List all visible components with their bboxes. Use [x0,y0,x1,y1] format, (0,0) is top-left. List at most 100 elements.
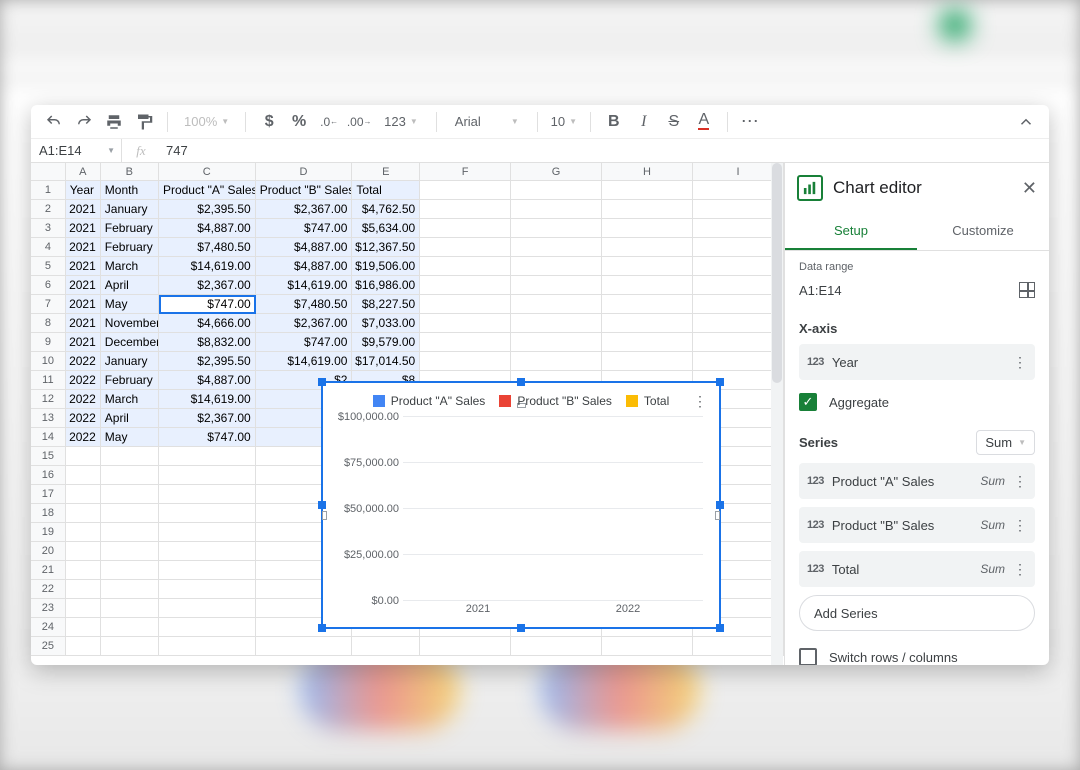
series-chip[interactable]: 123Product "B" SalesSum⋮ [799,507,1035,543]
row-header[interactable]: 24 [31,618,66,637]
spreadsheet-grid[interactable]: ABCDEFGHI 1YearMonthProduct "A" SalesPro… [31,163,784,665]
cell[interactable]: March [101,390,159,409]
cell[interactable] [101,618,159,637]
cell[interactable] [420,352,511,371]
cell[interactable]: $14,619.00 [256,276,353,295]
cell[interactable] [511,181,602,200]
cell[interactable] [511,276,602,295]
cell[interactable] [420,276,511,295]
cell[interactable] [159,447,256,466]
cell[interactable] [511,314,602,333]
vertical-scrollbar[interactable] [771,163,783,665]
tab-customize[interactable]: Customize [917,213,1049,250]
cell[interactable] [66,523,101,542]
column-header[interactable]: D [256,163,353,180]
row-header[interactable]: 23 [31,599,66,618]
cell[interactable]: $14,619.00 [159,257,256,276]
cell[interactable] [602,314,693,333]
cell[interactable]: Year [66,181,101,200]
cell[interactable] [66,580,101,599]
cell[interactable]: Total [352,181,420,200]
cell[interactable]: February [101,238,159,257]
aggregate-checkbox[interactable]: ✓ [799,393,817,411]
cell[interactable] [511,637,602,656]
cell[interactable]: $4,666.00 [159,314,256,333]
xaxis-chip[interactable]: 123 Year ⋮ [799,344,1035,380]
cell[interactable] [66,618,101,637]
cell[interactable]: $4,887.00 [159,371,256,390]
cell[interactable] [602,219,693,238]
column-header[interactable]: G [511,163,602,180]
cell[interactable] [511,200,602,219]
cell[interactable]: 2022 [66,409,101,428]
cell[interactable]: $2,367.00 [159,276,256,295]
switch-rows-cols-checkbox[interactable] [799,648,817,665]
cell[interactable]: 2022 [66,428,101,447]
cell[interactable] [159,561,256,580]
row-header[interactable]: 5 [31,257,66,276]
row-header[interactable]: 19 [31,523,66,542]
column-header[interactable]: A [66,163,101,180]
cell[interactable]: $17,014.50 [352,352,420,371]
cell[interactable]: Product "A" Sales [159,181,256,200]
cell[interactable] [159,466,256,485]
row-header[interactable]: 2 [31,200,66,219]
cell[interactable]: 2022 [66,390,101,409]
cell[interactable] [420,257,511,276]
cell[interactable] [159,599,256,618]
tab-setup[interactable]: Setup [785,213,917,250]
cell[interactable]: $4,762.50 [352,200,420,219]
kebab-icon[interactable]: ⋮ [1013,561,1027,578]
undo-button[interactable] [41,109,67,135]
cell[interactable]: $14,619.00 [159,390,256,409]
resize-handle[interactable] [716,624,724,632]
cell[interactable] [511,295,602,314]
italic-button[interactable]: I [631,109,657,135]
cell[interactable] [159,580,256,599]
cell[interactable]: December [101,333,159,352]
cell[interactable] [511,352,602,371]
cell[interactable] [66,542,101,561]
cell[interactable] [420,238,511,257]
cell[interactable] [511,257,602,276]
cell[interactable] [101,561,159,580]
crop-handle[interactable] [715,511,720,520]
collapse-toolbar-button[interactable] [1013,109,1039,135]
cell[interactable]: $2,395.50 [159,200,256,219]
row-header[interactable]: 20 [31,542,66,561]
resize-handle[interactable] [318,501,326,509]
cell[interactable] [66,599,101,618]
name-box[interactable]: A1:E14 ▼ [31,139,121,162]
format-percent-button[interactable]: % [286,109,312,135]
row-header[interactable]: 8 [31,314,66,333]
cell[interactable]: 2021 [66,257,101,276]
series-chip[interactable]: 123TotalSum⋮ [799,551,1035,587]
column-header[interactable]: C [159,163,256,180]
cell[interactable] [159,485,256,504]
add-series-button[interactable]: Add Series [799,595,1035,631]
cell[interactable]: $2,367.00 [256,314,353,333]
cell[interactable] [159,618,256,637]
cell[interactable] [66,561,101,580]
cell[interactable]: $14,619.00 [256,352,353,371]
chart-options-menu[interactable]: ⋮ [693,393,707,410]
cell[interactable]: $16,986.00 [352,276,420,295]
cell[interactable]: 2022 [66,371,101,390]
cell[interactable]: $7,480.50 [159,238,256,257]
cell[interactable]: 2021 [66,200,101,219]
redo-button[interactable] [71,109,97,135]
cell[interactable] [66,447,101,466]
cell[interactable] [66,637,101,656]
cell[interactable]: May [101,428,159,447]
row-header[interactable]: 3 [31,219,66,238]
number-format-dropdown[interactable]: 123 ▼ [376,109,426,135]
cell[interactable]: $2,367.00 [159,409,256,428]
cell[interactable]: April [101,409,159,428]
cell[interactable] [420,219,511,238]
cell[interactable] [602,257,693,276]
row-header[interactable]: 21 [31,561,66,580]
column-header[interactable]: F [420,163,511,180]
crop-handle[interactable] [322,511,327,520]
cell[interactable]: November [101,314,159,333]
cell[interactable]: 2021 [66,295,101,314]
